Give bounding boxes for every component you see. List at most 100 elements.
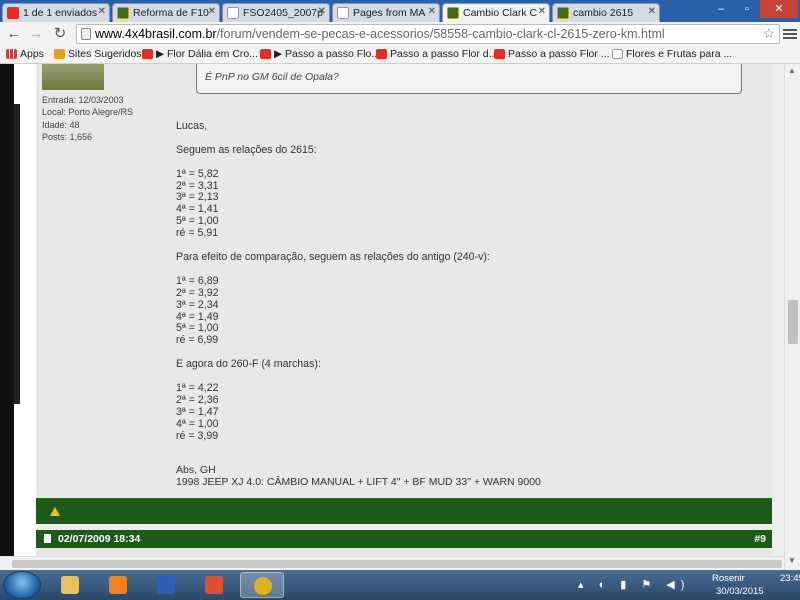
close-tab-icon[interactable]: ✕: [208, 6, 216, 17]
url-host: www.4x4brasil.com.br: [95, 27, 217, 41]
next-post-header: 02/07/2009 18:34 #9: [36, 530, 772, 548]
file-explorer-icon: [61, 576, 79, 594]
post-document-icon: [44, 534, 51, 543]
taskbar-media-player[interactable]: [96, 572, 140, 598]
next-post-date: 02/07/2009 18:34: [58, 533, 141, 545]
tab-title: Reforma de F10: [133, 7, 209, 19]
horizontal-scrollbar[interactable]: [0, 556, 784, 570]
post-line: 2ª = 2,36: [176, 393, 219, 406]
youtube-icon: [260, 49, 271, 59]
signature-vehicle: 1998 JEEP XJ 4.0: CÂMBIO MANUAL + LIFT 4…: [176, 476, 541, 488]
post-line: [176, 371, 736, 383]
close-window-button[interactable]: ✕: [760, 0, 798, 18]
background-strip: [14, 104, 20, 404]
apps-icon: [6, 49, 17, 59]
close-tab-icon[interactable]: ✕: [648, 6, 656, 17]
start-button[interactable]: [3, 571, 41, 599]
quote-text: É PnP no GM 6cil de Opala?: [205, 71, 339, 83]
post-line: [176, 157, 736, 169]
post-line: ré = 6,99: [176, 334, 219, 347]
taskbar-chrome[interactable]: [240, 572, 284, 598]
bookmark-apps[interactable]: Apps: [6, 48, 44, 60]
reload-icon[interactable]: ↻: [50, 25, 70, 43]
user-location: Local: Porto Alegre/RS: [42, 107, 134, 118]
bookmark-passo-1[interactable]: ▶ Passo a passo Flo...: [260, 48, 380, 60]
tab-cambio-clark[interactable]: Cambio Clark C ✕: [442, 3, 550, 22]
next-post-number[interactable]: #9: [754, 533, 766, 545]
close-tab-icon[interactable]: ✕: [318, 6, 326, 17]
post-line: 2ª = 3,31: [176, 179, 219, 192]
close-tab-icon[interactable]: ✕: [538, 6, 546, 17]
post-line: 4ª = 1,49: [176, 310, 219, 323]
user-post-count: Posts: 1,656: [42, 131, 93, 142]
horizontal-scroll-thumb[interactable]: [12, 560, 782, 568]
youtube-icon: [376, 49, 387, 59]
vertical-scrollbar[interactable]: ▲ ▼: [784, 64, 800, 570]
clock-time: 23:49: [780, 573, 800, 584]
back-arrow-icon[interactable]: ←: [4, 25, 24, 43]
document-icon: [612, 49, 623, 59]
forum-favicon: [117, 7, 129, 19]
report-warning-icon[interactable]: [50, 507, 60, 516]
user-name: Rosenir: [712, 573, 745, 584]
forum-favicon: [557, 7, 569, 19]
signature-greeting: Abs, GH: [176, 464, 216, 476]
tab-fso[interactable]: FSO2405_2007p ✕: [222, 3, 330, 22]
page-icon: [81, 28, 91, 40]
post-line: E agora do 260-F (4 marchas):: [176, 358, 321, 371]
post-line: ré = 5,91: [176, 227, 219, 240]
tab-title: 1 de 1 enviados: [23, 7, 98, 19]
chrome-menu-icon[interactable]: [783, 27, 797, 41]
post-line: 2ª = 3,92: [176, 286, 219, 299]
presentation-icon: [205, 576, 223, 594]
bookmark-sites-sugeridos[interactable]: Sites Sugeridos: [54, 48, 142, 60]
bookmark-flor-dalia[interactable]: ▶ Flor Dália em Cro...: [142, 48, 258, 60]
bookmark-label: ▶ Flor Dália em Cro...: [156, 48, 259, 60]
address-bar[interactable]: www.4x4brasil.com.br/forum/vendem-se-pec…: [76, 24, 780, 44]
taskbar-word[interactable]: [144, 572, 188, 598]
clock-date: 30/03/2015: [716, 586, 764, 597]
close-tab-icon[interactable]: ✕: [428, 6, 436, 17]
bookmarks-bar: Apps Sites Sugeridos ▶ Flor Dália em Cro…: [0, 46, 800, 64]
post-line: 1ª = 4,22: [176, 381, 219, 394]
tab-youtube-inbox[interactable]: 1 de 1 enviados ✕: [2, 3, 110, 22]
post-line: Seguem as relações do 2615:: [176, 143, 317, 156]
scroll-down-arrow-icon[interactable]: ▼: [788, 556, 796, 565]
post-line: 1ª = 5,82: [176, 167, 219, 180]
tab-reforma[interactable]: Reforma de F10 ✕: [112, 3, 220, 22]
tab-pages-from[interactable]: Pages from MA ✕: [332, 3, 440, 22]
maximize-window-button[interactable]: ▫: [734, 0, 760, 18]
bookmark-label: Passo a passo Flor ...: [508, 48, 610, 60]
forum-favicon: [447, 7, 459, 19]
close-tab-icon[interactable]: ✕: [98, 6, 106, 17]
bookmark-label: Sites Sugeridos: [68, 48, 142, 60]
tab-title: Pages from MA: [353, 7, 426, 19]
scroll-up-arrow-icon[interactable]: ▲: [788, 66, 796, 75]
post-line: 1ª = 6,89: [176, 274, 219, 287]
taskbar-file-explorer[interactable]: [48, 572, 92, 598]
post-line: ré = 3,99: [176, 429, 219, 442]
signature: Abs, GH 1998 JEEP XJ 4.0: CÂMBIO MANUAL …: [176, 464, 541, 488]
post-footer-bar: [36, 498, 772, 524]
bookmark-passo-3[interactable]: Passo a passo Flor ...: [494, 48, 610, 60]
word-icon: [157, 576, 175, 594]
system-clock[interactable]: Rosenir 23:49 30/03/2015: [660, 570, 800, 600]
windows-taskbar: ▴ ◐ ▮ ⚑ ◀) Rosenir 23:49 30/03/2015: [0, 570, 800, 600]
avatar[interactable]: [42, 64, 104, 90]
bookmark-star-icon[interactable]: ☆: [762, 25, 775, 42]
post-line: 5ª = 1,00: [176, 215, 219, 228]
youtube-icon: [494, 49, 505, 59]
bookmark-flores-frutas[interactable]: Flores e Frutas para ...: [612, 48, 732, 60]
post-line: 4ª = 1,00: [176, 417, 219, 430]
bookmark-label: Flores e Frutas para ...: [626, 48, 733, 60]
taskbar-presentation[interactable]: [192, 572, 236, 598]
tab-cambio-2615[interactable]: cambio 2615 ✕: [552, 3, 660, 22]
minimize-window-button[interactable]: –: [708, 0, 734, 18]
bookmark-passo-2[interactable]: Passo a passo Flor d...: [376, 48, 497, 60]
user-info: Entrada: 12/03/2003 Local: Porto Alegre/…: [42, 94, 133, 143]
vertical-scroll-thumb[interactable]: [788, 300, 798, 344]
page-viewport: Entrada: 12/03/2003 Local: Porto Alegre/…: [0, 64, 784, 570]
forward-arrow-icon[interactable]: →: [26, 25, 46, 43]
bookmark-label: Apps: [20, 48, 44, 60]
post-line: [176, 264, 736, 276]
